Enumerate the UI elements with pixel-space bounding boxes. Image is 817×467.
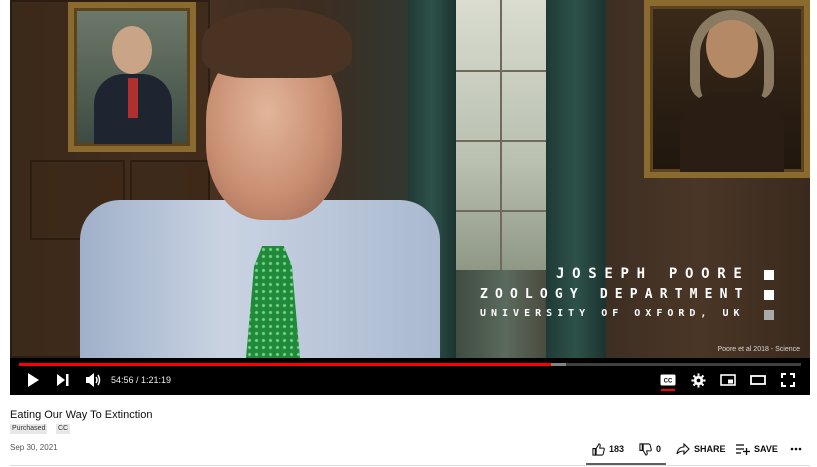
next-button[interactable] — [54, 370, 72, 390]
save-button[interactable]: SAVE — [736, 441, 778, 457]
like-count: 183 — [609, 444, 625, 454]
overlay-department: ZOOLOGY DEPARTMENT — [480, 287, 750, 302]
overlay-square — [764, 270, 774, 280]
more-horizontal-icon — [790, 447, 802, 451]
miniplayer-button[interactable] — [718, 370, 738, 390]
settings-icon — [690, 372, 706, 388]
video-player[interactable]: JOSEPH POORE ZOOLOGY DEPARTMENT UNIVERSI… — [10, 0, 810, 395]
dislike-count: 0 — [656, 444, 662, 454]
video-frame[interactable]: JOSEPH POORE ZOOLOGY DEPARTMENT UNIVERSI… — [10, 0, 810, 358]
progress-played — [19, 363, 551, 366]
theater-icon — [750, 375, 766, 385]
dislike-button[interactable]: 0 — [639, 441, 661, 457]
next-icon — [57, 374, 69, 386]
upload-date: Sep 30, 2021 — [10, 443, 58, 452]
more-actions-button[interactable] — [790, 441, 806, 457]
purchased-badge: Purchased — [10, 424, 48, 434]
credit-text: Poore et al 2018 - Science — [717, 346, 801, 353]
overlay-square — [764, 310, 774, 320]
progress-bar[interactable] — [19, 363, 801, 366]
divider — [10, 465, 810, 466]
save-label: SAVE — [754, 444, 778, 454]
window — [456, 0, 546, 270]
person-hair — [202, 8, 352, 78]
volume-icon — [86, 373, 101, 387]
portrait-painting-right — [644, 0, 810, 178]
play-button[interactable] — [24, 370, 42, 390]
svg-text:CC: CC — [664, 379, 673, 385]
share-icon — [676, 443, 690, 455]
overlay-university: UNIVERSITY OF OXFORD, UK — [480, 308, 745, 319]
play-icon — [28, 373, 39, 387]
share-label: SHARE — [694, 444, 726, 454]
time-display: 54:56 / 1:21:19 — [111, 375, 172, 385]
cc-badge: CC — [56, 424, 71, 434]
settings-button[interactable] — [688, 370, 708, 390]
theater-button[interactable] — [748, 370, 768, 390]
curtain-right — [546, 0, 606, 358]
overlay-name: JOSEPH POORE — [556, 266, 750, 282]
thumbs-up-icon — [592, 442, 605, 456]
playlist-add-icon — [736, 444, 750, 455]
captions-button[interactable]: CC — [658, 370, 678, 390]
share-button[interactable]: SHARE — [676, 441, 726, 457]
fullscreen-button[interactable] — [778, 370, 798, 390]
cc-icon: CC — [660, 374, 676, 386]
miniplayer-icon — [720, 374, 736, 386]
captions-active-indicator — [661, 389, 675, 391]
portrait-painting-left — [68, 2, 196, 152]
video-title: Eating Our Way To Extinction — [10, 409, 153, 421]
overlay-square — [764, 290, 774, 300]
like-button[interactable]: 183 — [592, 441, 624, 457]
fullscreen-icon — [781, 373, 795, 387]
volume-button[interactable] — [84, 370, 104, 390]
thumbs-down-icon — [639, 442, 652, 456]
